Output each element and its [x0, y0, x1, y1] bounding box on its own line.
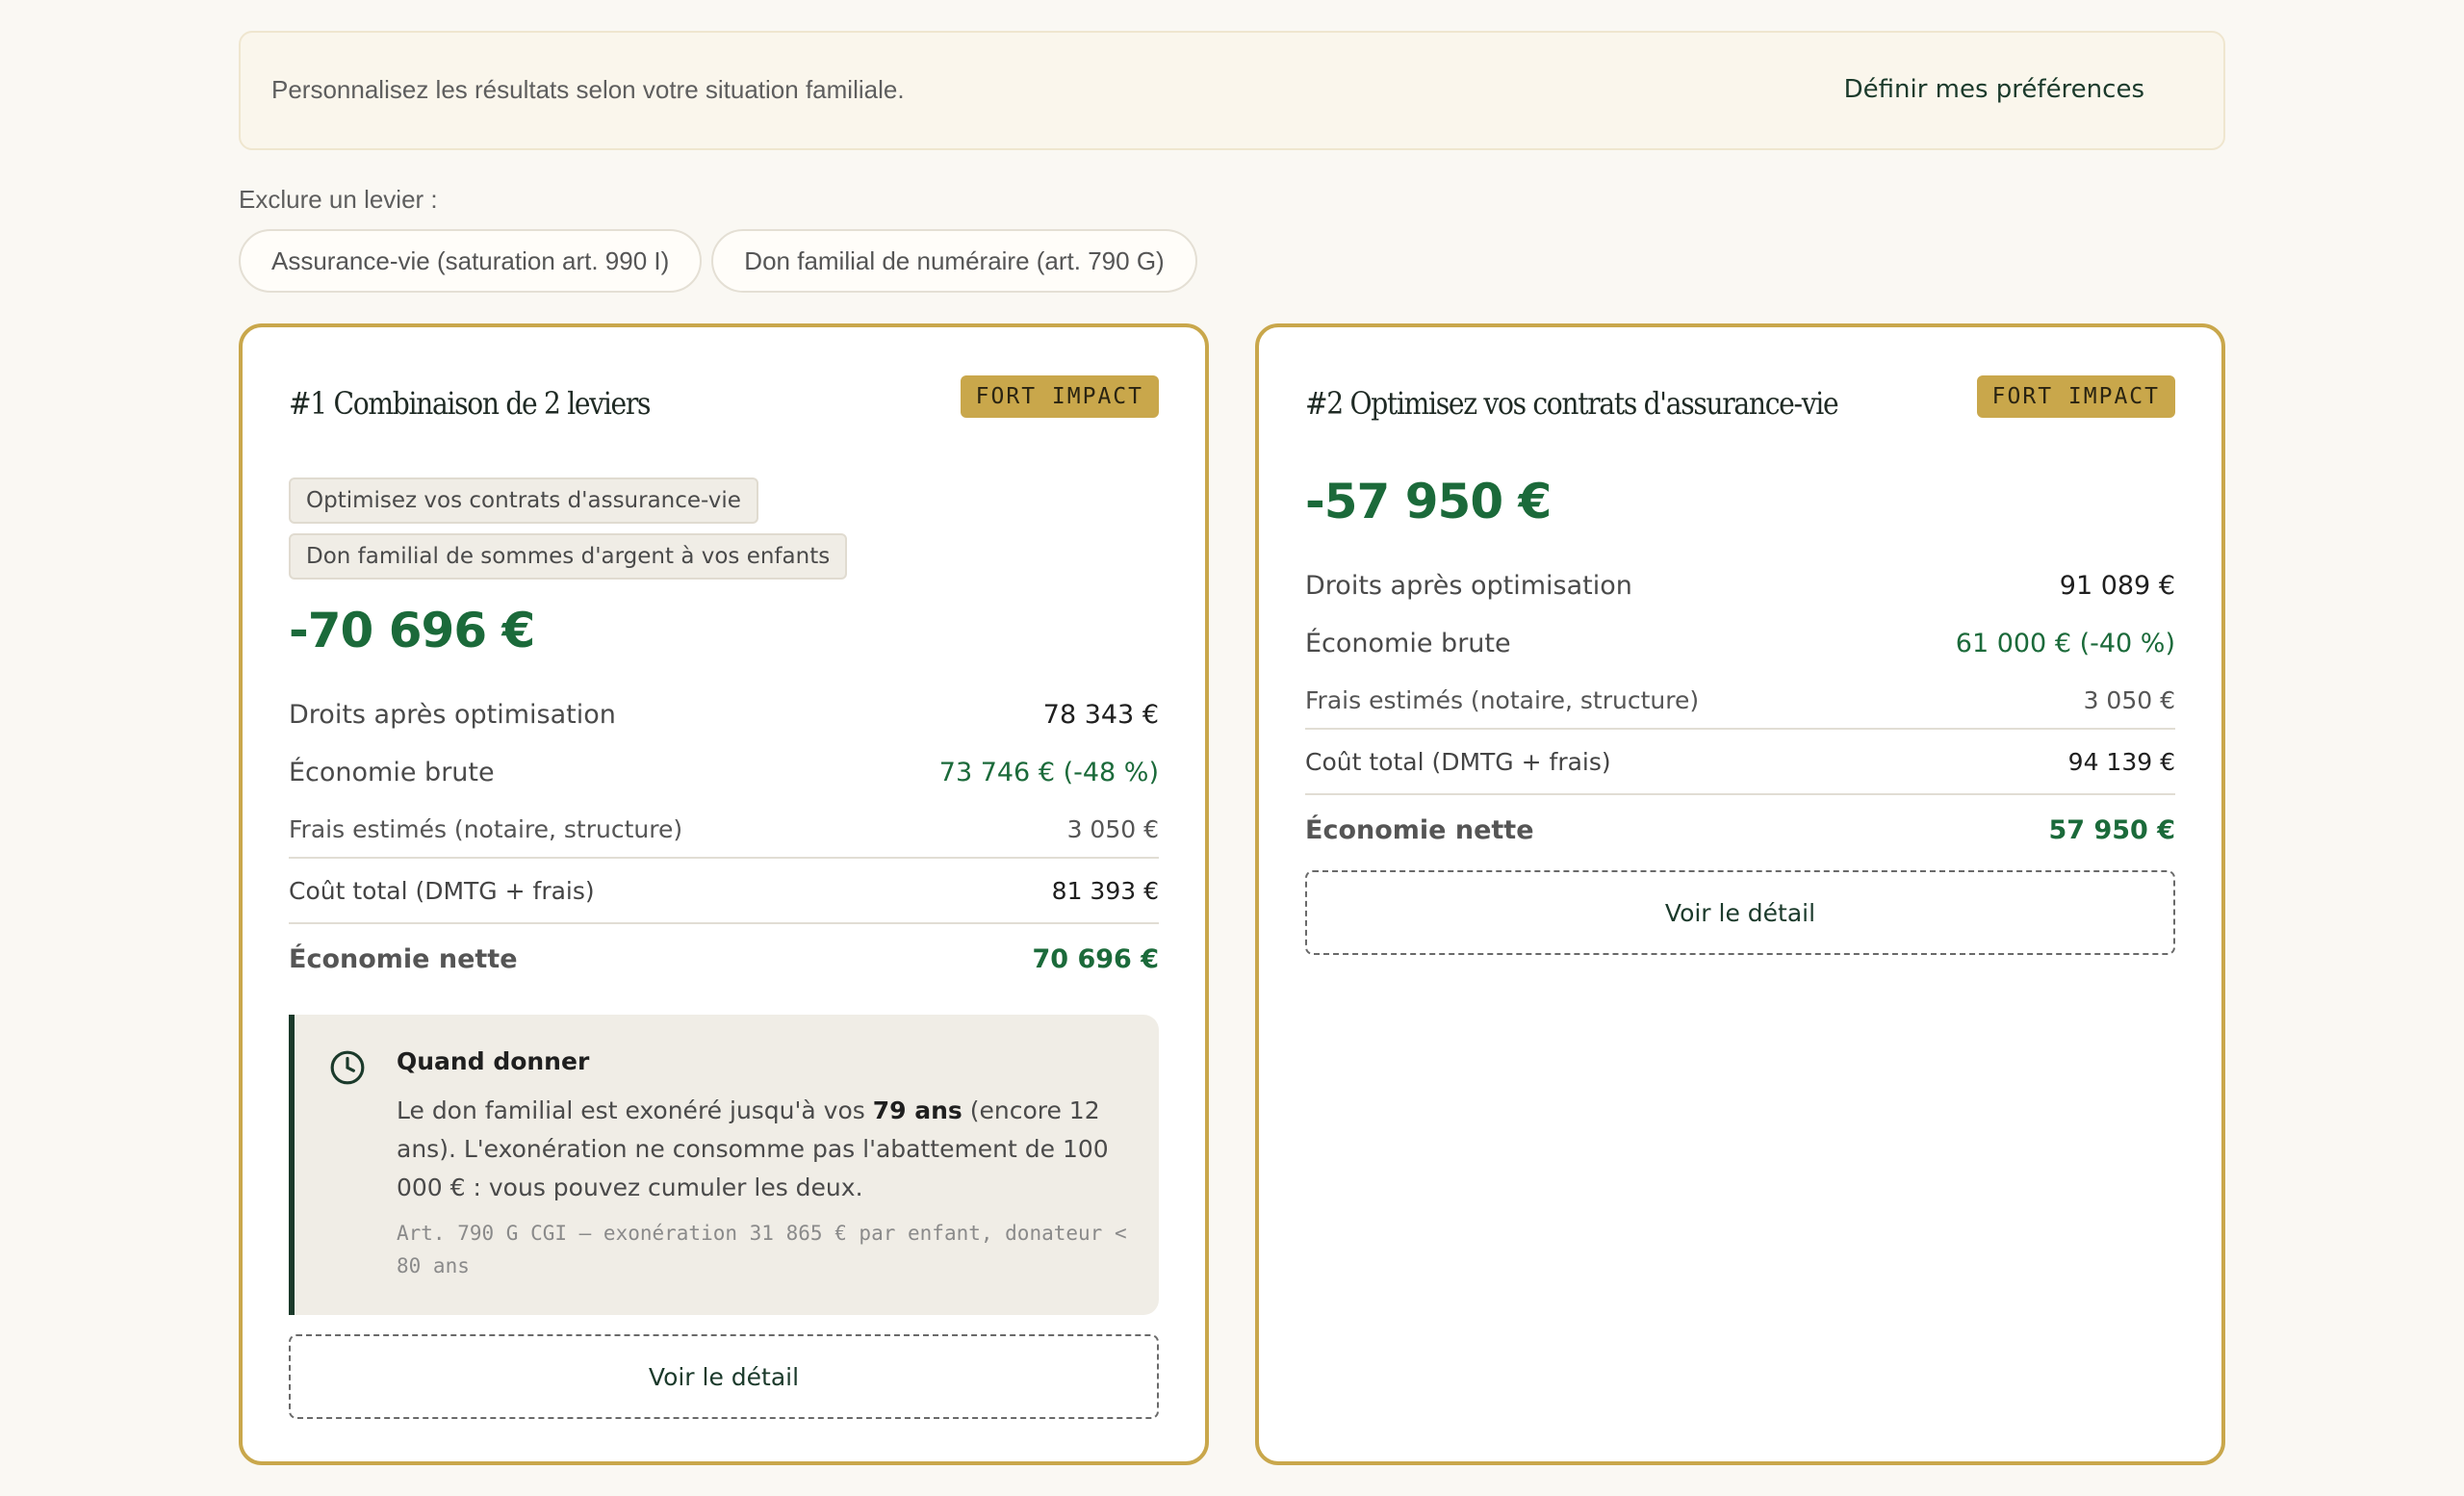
row-label: Économie brute [289, 757, 495, 787]
card-title: #1 Combinaison de 2 leviers [289, 385, 651, 422]
figures-table: Droits après optimisation 91 089 € Écono… [1305, 556, 2175, 864]
row-value: 94 139 € [2067, 747, 2175, 776]
impact-badge: FORT IMPACT [1976, 375, 2175, 418]
row-droits: Droits après optimisation 91 089 € [1305, 556, 2175, 614]
when-body: Le don familial est exonéré jusqu'à vos … [397, 1092, 1128, 1207]
row-frais: Frais estimés (notaire, structure) 3 050… [289, 801, 1159, 857]
row-label: Frais estimés (notaire, structure) [1305, 685, 1700, 714]
clock-icon [330, 1050, 365, 1085]
row-label: Droits après optimisation [289, 699, 616, 730]
row-value: 78 343 € [1042, 699, 1159, 730]
impact-badge: FORT IMPACT [960, 375, 1159, 418]
strategy-card-2: #2 Optimisez vos contrats d'assurance-vi… [1255, 323, 2225, 1465]
lever-tag: Don familial de sommes d'argent à vos en… [289, 533, 848, 580]
when-body-text: Le don familial est exonéré jusqu'à vos [397, 1096, 873, 1124]
row-label: Économie brute [1305, 628, 1511, 658]
row-label: Économie nette [289, 943, 518, 974]
row-economie-brute: Économie brute 61 000 € (-40 %) [1305, 614, 2175, 672]
row-cout-total: Coût total (DMTG + frais) 94 139 € [1305, 728, 2175, 793]
view-detail-button[interactable]: Voir le détail [1305, 870, 2175, 955]
figures-table: Droits après optimisation 78 343 € Écono… [289, 685, 1159, 993]
when-body-age: 79 ans [872, 1096, 962, 1124]
exclude-chip-don-familial[interactable]: Don familial de numéraire (art. 790 G) [711, 229, 1197, 293]
saving-amount: -57 950 € [1305, 474, 1552, 529]
row-label: Frais estimés (notaire, structure) [289, 814, 683, 843]
row-label: Économie nette [1305, 814, 1534, 845]
when-to-give-box: Quand donner Le don familial est exonéré… [289, 1015, 1159, 1315]
row-value: 91 089 € [2059, 570, 2175, 601]
row-value: 70 696 € [1032, 943, 1159, 974]
define-preferences-button[interactable]: Définir mes préférences [1844, 75, 2144, 104]
row-value: 3 050 € [1066, 814, 1159, 843]
row-value: 81 393 € [1051, 876, 1159, 905]
row-economie-nette: Économie nette 70 696 € [289, 922, 1159, 993]
legal-reference: Art. 790 G CGI — exonération 31 865 € pa… [397, 1222, 1127, 1277]
card-title: #2 Optimisez vos contrats d'assurance-vi… [1305, 385, 1839, 422]
view-detail-button[interactable]: Voir le détail [289, 1334, 1159, 1419]
row-frais: Frais estimés (notaire, structure) 3 050… [1305, 672, 2175, 728]
exclude-chip-assurance-vie[interactable]: Assurance-vie (saturation art. 990 I) [239, 229, 703, 293]
row-value: 3 050 € [2083, 685, 2175, 714]
row-value: 57 950 € [2048, 814, 2175, 845]
row-value: 73 746 € (-48 %) [938, 757, 1159, 787]
exclude-chips: Assurance-vie (saturation art. 990 I) Do… [239, 229, 1197, 293]
strategy-card-1: #1 Combinaison de 2 leviers FORT IMPACT … [239, 323, 1209, 1465]
preferences-text: Personnalisez les résultats selon votre … [271, 75, 905, 104]
row-cout-total: Coût total (DMTG + frais) 81 393 € [289, 857, 1159, 922]
row-value: 61 000 € (-40 %) [1955, 628, 2175, 658]
row-label: Coût total (DMTG + frais) [1305, 747, 1611, 776]
row-economie-nette: Économie nette 57 950 € [1305, 793, 2175, 864]
lever-tags: Optimisez vos contrats d'assurance-vie D… [289, 477, 848, 580]
when-title: Quand donner [397, 1047, 590, 1075]
row-label: Droits après optimisation [1305, 570, 1632, 601]
lever-tag: Optimisez vos contrats d'assurance-vie [289, 477, 758, 524]
row-droits: Droits après optimisation 78 343 € [289, 685, 1159, 743]
exclude-label: Exclure un levier : [239, 185, 438, 214]
row-label: Coût total (DMTG + frais) [289, 876, 595, 905]
row-economie-brute: Économie brute 73 746 € (-48 %) [289, 743, 1159, 801]
preferences-banner: Personnalisez les résultats selon votre … [239, 31, 2225, 150]
saving-amount: -70 696 € [289, 603, 535, 658]
